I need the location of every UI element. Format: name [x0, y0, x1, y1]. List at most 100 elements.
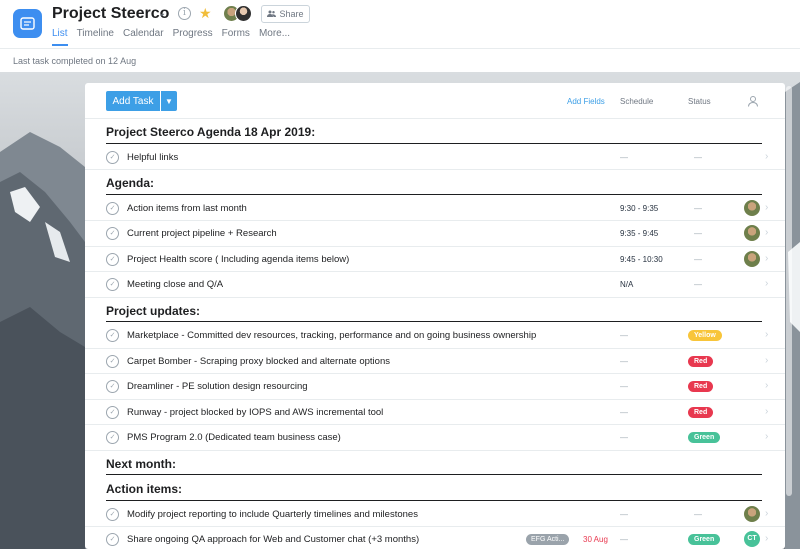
complete-task-checkbox[interactable]: ✓ [106, 252, 119, 266]
section-header[interactable]: Project Steerco Agenda 18 Apr 2019: [85, 119, 785, 145]
task-row[interactable]: ✓ Modify project reporting to include Qua… [85, 502, 785, 527]
complete-task-checkbox[interactable]: ✓ [106, 227, 119, 240]
task-row[interactable]: ✓ Dreamliner - PE solution design resourc… [85, 374, 785, 400]
schedule-value[interactable]: 9:35 - 9:45 [620, 229, 658, 238]
status-value[interactable]: — [694, 153, 702, 162]
chevron-right-icon[interactable]: › [765, 227, 768, 238]
task-row[interactable]: ✓ Action items from last month 9:30 - 9:35… [85, 196, 785, 221]
chevron-right-icon[interactable]: › [765, 278, 768, 289]
task-name[interactable]: Helpful links [127, 152, 178, 163]
schedule-value[interactable]: — [620, 433, 628, 442]
chevron-right-icon[interactable]: › [765, 380, 768, 391]
list-icon[interactable] [13, 9, 42, 38]
schedule-value[interactable]: N/A [620, 280, 633, 289]
add-task-dropdown[interactable]: ▼ [161, 91, 177, 111]
task-row[interactable]: ✓ PMS Program 2.0 (Dedicated team busines… [85, 425, 785, 451]
task-name[interactable]: Action items from last month [127, 203, 247, 214]
chevron-right-icon[interactable]: › [765, 151, 768, 162]
status-value[interactable]: — [694, 255, 702, 264]
avatar[interactable] [744, 199, 760, 216]
project-members[interactable] [223, 5, 255, 23]
tab-forms[interactable]: Forms [222, 28, 250, 48]
tab-list[interactable]: List [52, 28, 68, 48]
task-row[interactable]: ✓ Runway - project blocked by IOPS and AW… [85, 400, 785, 425]
complete-task-checkbox[interactable]: ✓ [106, 405, 119, 419]
schedule-value[interactable]: — [620, 408, 628, 417]
complete-task-checkbox[interactable]: ✓ [106, 201, 119, 215]
avatar[interactable] [744, 250, 760, 267]
task-name[interactable]: Meeting close and Q/A [127, 279, 223, 290]
tag-badge[interactable]: EFG Acti... [526, 534, 570, 545]
schedule-value[interactable]: — [620, 331, 628, 340]
complete-task-checkbox[interactable]: ✓ [106, 354, 119, 368]
task-name[interactable]: Dreamliner - PE solution design resourci… [127, 381, 308, 392]
schedule-value[interactable]: 9:45 - 10:30 [620, 255, 663, 264]
complete-task-checkbox[interactable]: ✓ [106, 507, 119, 521]
add-task-button[interactable]: Add Task [106, 91, 160, 111]
complete-task-checkbox[interactable]: ✓ [106, 278, 119, 291]
section-header[interactable]: Next month: [85, 451, 785, 477]
task-row[interactable]: ✓ Marketplace - Committed dev resources, … [85, 323, 785, 349]
section-header[interactable]: Project updates: [85, 298, 785, 324]
section-header[interactable]: Agenda: [85, 170, 785, 196]
status-value[interactable]: — [694, 229, 702, 238]
complete-task-checkbox[interactable]: ✓ [106, 329, 119, 342]
avatar[interactable]: CT [744, 531, 760, 547]
chevron-right-icon[interactable]: › [765, 202, 768, 213]
chevron-right-icon[interactable]: › [765, 533, 768, 544]
column-header-status[interactable]: Status [688, 97, 711, 106]
status-value[interactable]: — [694, 204, 702, 213]
due-date[interactable]: 30 Aug [583, 535, 608, 544]
tab-more[interactable]: More... [259, 28, 290, 48]
share-button[interactable]: Share [261, 5, 310, 23]
avatar[interactable] [744, 505, 760, 522]
avatar[interactable] [744, 225, 760, 241]
task-row[interactable]: ✓ Helpful links — — › [85, 145, 785, 170]
task-name[interactable]: Marketplace - Committed dev resources, t… [127, 330, 536, 341]
add-fields-button[interactable]: Add Fields [567, 97, 605, 106]
status-badge[interactable]: Green [688, 432, 721, 443]
column-header-schedule[interactable]: Schedule [620, 97, 653, 106]
complete-task-checkbox[interactable]: ✓ [106, 431, 119, 444]
schedule-value[interactable]: — [620, 153, 628, 162]
section-header[interactable]: Action items: [85, 476, 785, 502]
status-badge[interactable]: Yellow [688, 330, 722, 341]
status-value[interactable]: — [694, 510, 702, 519]
status-badge[interactable]: Red [688, 406, 714, 418]
schedule-value[interactable]: — [620, 382, 628, 391]
tab-calendar[interactable]: Calendar [123, 28, 164, 48]
complete-task-checkbox[interactable]: ✓ [106, 380, 119, 393]
schedule-value[interactable]: — [620, 535, 628, 544]
task-name[interactable]: Modify project reporting to include Quar… [127, 509, 418, 520]
chevron-right-icon[interactable]: › [765, 431, 768, 442]
tab-timeline[interactable]: Timeline [77, 28, 114, 48]
task-row[interactable]: ✓ Share ongoing QA approach for Web and C… [85, 527, 785, 549]
task-row[interactable]: ✓ Project Health score ( Including agenda… [85, 247, 785, 272]
chevron-right-icon[interactable]: › [765, 355, 768, 366]
task-name[interactable]: Project Health score ( Including agenda … [127, 254, 349, 265]
task-row[interactable]: ✓ Current project pipeline + Research 9:35… [85, 221, 785, 247]
chevron-right-icon[interactable]: › [765, 253, 768, 264]
task-name[interactable]: Current project pipeline + Research [127, 228, 277, 239]
project-title[interactable]: Project Steerco [52, 5, 169, 23]
status-badge[interactable]: Green [688, 534, 721, 545]
task-name[interactable]: Share ongoing QA approach for Web and Cu… [127, 534, 419, 545]
chevron-right-icon[interactable]: › [765, 329, 768, 340]
task-name[interactable]: PMS Program 2.0 (Dedicated team business… [127, 432, 341, 443]
star-icon[interactable]: ★ [199, 5, 212, 22]
task-row[interactable]: ✓ Carpet Bomber - Scraping proxy blocked … [85, 349, 785, 374]
schedule-value[interactable]: — [620, 357, 628, 366]
info-icon[interactable]: i [178, 7, 191, 20]
status-value[interactable]: — [694, 280, 702, 289]
task-name[interactable]: Carpet Bomber - Scraping proxy blocked a… [127, 356, 390, 367]
complete-task-checkbox[interactable]: ✓ [106, 533, 119, 546]
schedule-value[interactable]: 9:30 - 9:35 [620, 204, 658, 213]
status-badge[interactable]: Red [688, 355, 714, 367]
complete-task-checkbox[interactable]: ✓ [106, 150, 119, 164]
task-name[interactable]: Runway - project blocked by IOPS and AWS… [127, 407, 383, 418]
status-badge[interactable]: Red [688, 381, 714, 392]
scrollbar[interactable] [786, 86, 792, 496]
schedule-value[interactable]: — [620, 510, 628, 519]
chevron-right-icon[interactable]: › [765, 508, 768, 519]
person-icon[interactable] [747, 94, 759, 107]
